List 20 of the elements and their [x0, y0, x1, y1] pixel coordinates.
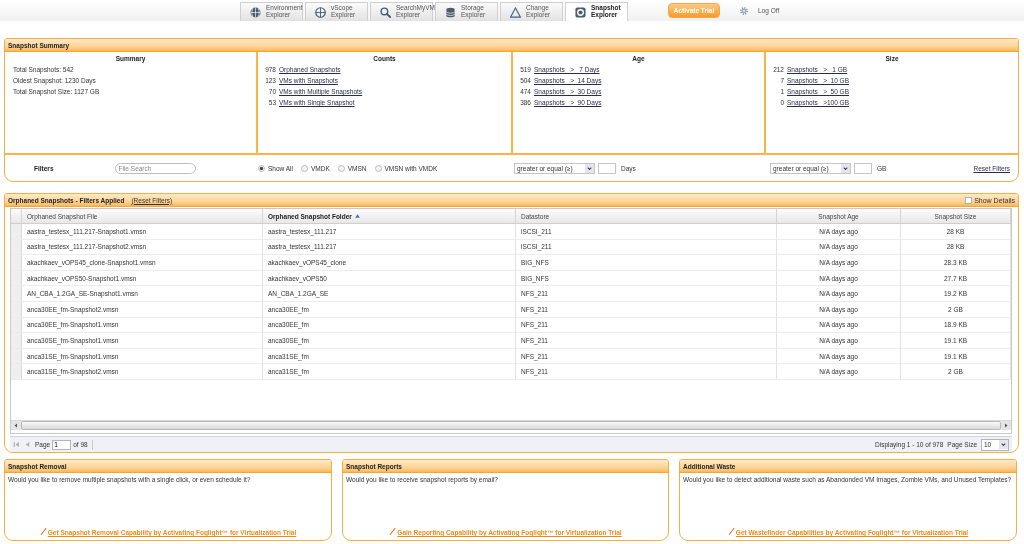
pencil-icon [39, 527, 47, 536]
size-value-field[interactable] [854, 162, 872, 174]
caret-icon [999, 440, 1008, 449]
age-value-field[interactable] [598, 162, 616, 174]
caret-icon [841, 163, 850, 173]
search-icon [380, 6, 391, 18]
database-icon [445, 6, 456, 18]
globe-icon [250, 6, 261, 18]
scroll-right-icon[interactable] [1001, 421, 1011, 430]
row-selector-cell[interactable] [11, 364, 22, 379]
sort-ascending-icon [354, 214, 360, 218]
settings-icon[interactable] [740, 6, 748, 15]
caret-icon [585, 163, 594, 173]
triangle-icon [510, 6, 521, 18]
pencil-icon [727, 527, 735, 536]
crosshair-icon [315, 6, 326, 18]
row-selector-cell[interactable] [11, 224, 22, 239]
pencil-icon [389, 527, 397, 536]
camera-icon [575, 6, 586, 18]
scroll-left-icon[interactable] [11, 421, 21, 430]
